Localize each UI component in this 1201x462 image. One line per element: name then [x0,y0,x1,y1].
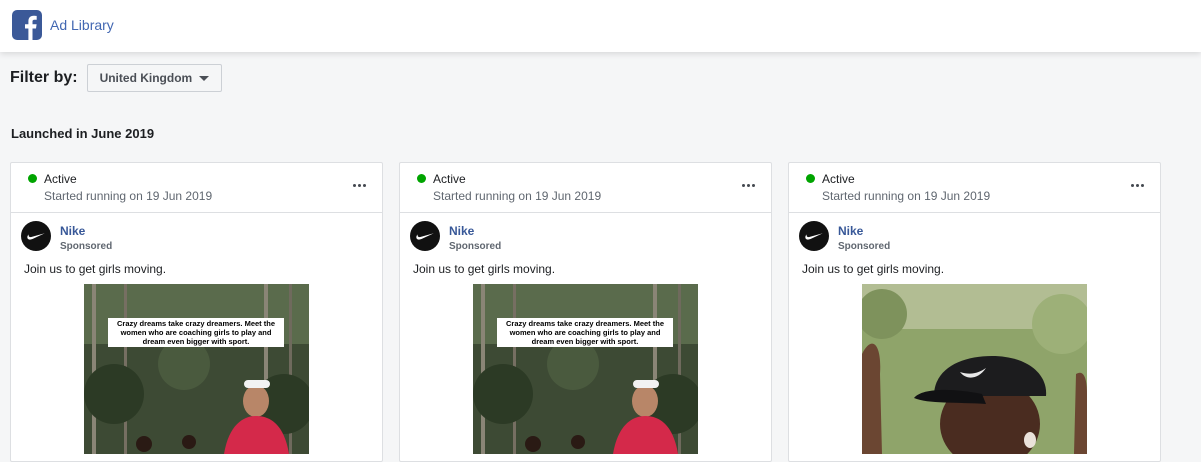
nike-avatar[interactable] [410,221,440,251]
ad-card-header: Active Started running on 19 Jun 2019 [11,163,382,213]
started-running-text: Started running on 19 Jun 2019 [822,189,991,203]
more-options-button[interactable] [1128,176,1146,194]
ad-image-caption: Crazy dreams take crazy dreamers. Meet t… [497,318,673,347]
status-text: Active [44,172,77,186]
app-title[interactable]: Ad Library [50,17,114,33]
advertiser-name-link[interactable]: Nike [838,224,863,238]
ad-image-caption: Crazy dreams take crazy dreamers. Meet t… [108,318,284,347]
caret-down-icon [199,75,210,81]
more-options-button[interactable] [739,176,757,194]
country-filter-value: United Kingdom [99,71,193,85]
advertiser-name-link[interactable]: Nike [60,224,85,238]
filter-label: Filter by: [10,69,78,86]
ad-card: Active Started running on 19 Jun 2019 Ni… [10,162,383,462]
top-bar: Ad Library [0,0,1201,52]
ad-creative-image[interactable]: Crazy dreams take crazy dreamers. Meet t… [473,284,698,454]
started-running-text: Started running on 19 Jun 2019 [433,189,602,203]
status-dot-icon [28,174,37,183]
nike-avatar[interactable] [799,221,829,251]
sponsored-label: Sponsored [60,241,113,252]
more-options-button[interactable] [350,176,368,194]
status-text: Active [822,172,855,186]
ad-body-text: Join us to get girls moving. [413,262,556,276]
ad-card-header: Active Started running on 19 Jun 2019 [789,163,1160,213]
country-filter-dropdown[interactable]: United Kingdom [86,64,223,92]
ad-card: Active Started running on 19 Jun 2019 Ni… [399,162,772,462]
status-dot-icon [417,174,426,183]
section-title: Launched in June 2019 [11,126,155,141]
ad-body-text: Join us to get girls moving. [802,262,945,276]
filter-bar: Filter by: United Kingdom [10,64,223,92]
ad-body-text: Join us to get girls moving. [24,262,167,276]
status-text: Active [433,172,466,186]
ad-card-header: Active Started running on 19 Jun 2019 [400,163,771,213]
started-running-text: Started running on 19 Jun 2019 [44,189,213,203]
ad-card: Active Started running on 19 Jun 2019 Ni… [788,162,1161,462]
ad-creative-image[interactable] [862,284,1087,454]
ad-card-list: Active Started running on 19 Jun 2019 Ni… [10,162,1161,462]
sponsored-label: Sponsored [838,241,891,252]
nike-avatar[interactable] [21,221,51,251]
facebook-logo-icon[interactable] [12,10,42,40]
sponsored-label: Sponsored [449,241,502,252]
ad-creative-image[interactable]: Crazy dreams take crazy dreamers. Meet t… [84,284,309,454]
advertiser-name-link[interactable]: Nike [449,224,474,238]
status-dot-icon [806,174,815,183]
